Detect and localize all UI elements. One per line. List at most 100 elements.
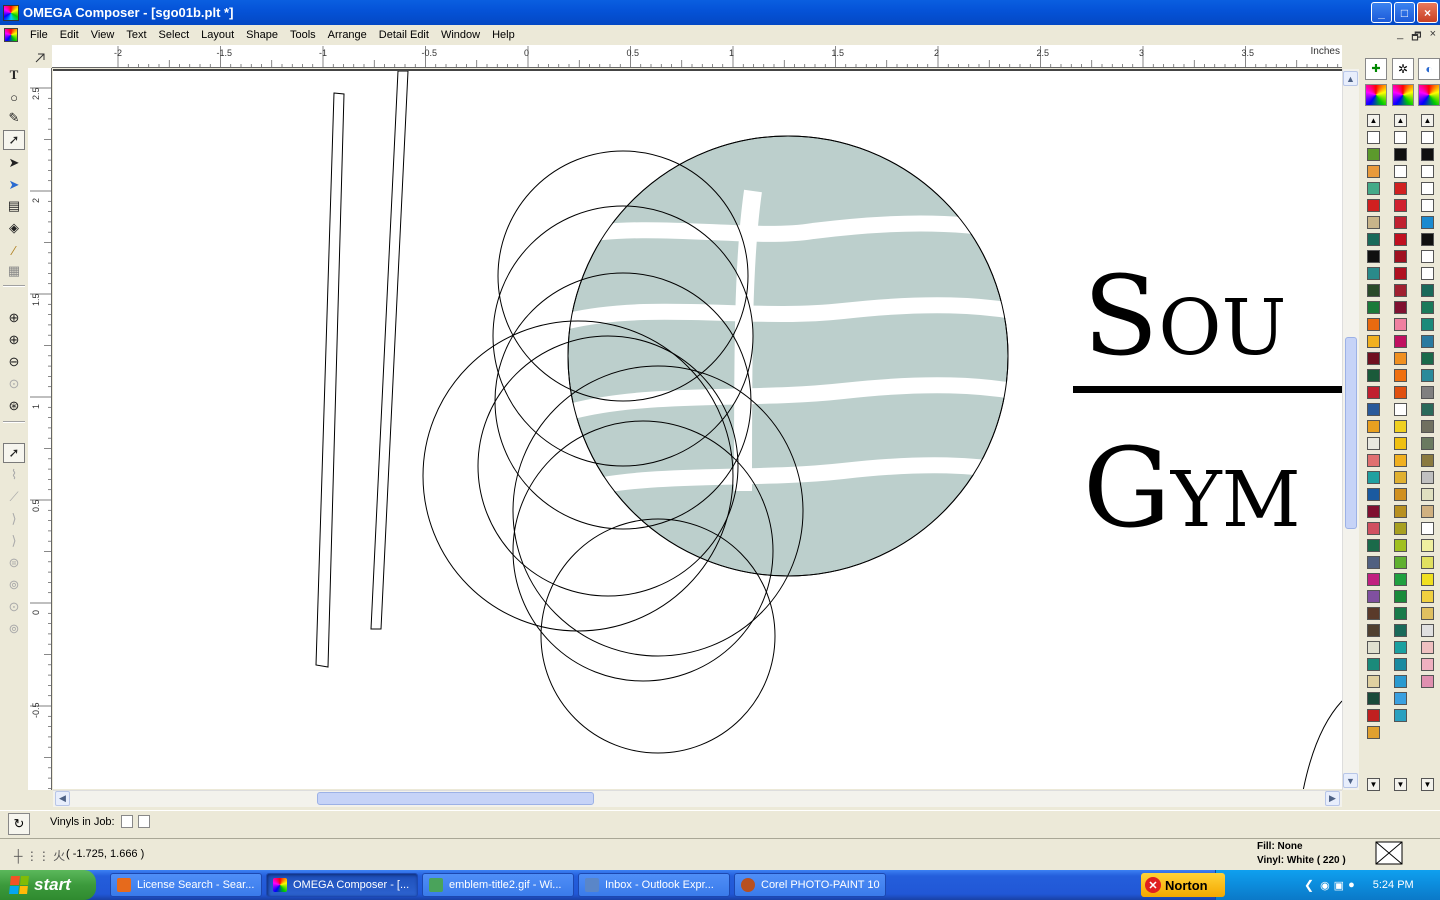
color-swatch[interactable] [1394,233,1407,246]
menu-shape[interactable]: Shape [240,25,284,45]
color-swatch[interactable] [1421,131,1434,144]
color-swatch[interactable] [1394,352,1407,365]
scroll-right-button[interactable]: ▶ [1325,791,1340,806]
color-swatch[interactable] [1394,216,1407,229]
palette-set-1-icon[interactable] [1365,84,1387,106]
clock[interactable]: 5:24 PM [1373,879,1414,891]
color-swatch[interactable] [1367,131,1380,144]
palette-set-2-icon[interactable] [1392,84,1414,106]
color-swatch[interactable] [1421,267,1434,280]
color-swatch[interactable] [1394,709,1407,722]
detail-tool-3-icon[interactable]: ⟩ [3,509,25,529]
menu-view[interactable]: View [85,25,121,45]
color-swatch[interactable] [1421,284,1434,297]
color-swatch[interactable] [1367,590,1380,603]
color-swatch[interactable] [1394,369,1407,382]
color-swatch[interactable] [1421,199,1434,212]
color-swatch[interactable] [1367,658,1380,671]
zoom-tool-icon[interactable]: ⊕ [3,308,25,328]
refresh-vinyls-icon[interactable]: ↻ [8,813,30,835]
color-swatch[interactable] [1367,301,1380,314]
color-swatch[interactable] [1421,505,1434,518]
color-swatch[interactable] [1367,199,1380,212]
palette-tool-icon[interactable]: ✚ [1365,58,1387,80]
color-swatch[interactable] [1367,267,1380,280]
color-swatch[interactable] [1367,148,1380,161]
maximize-button[interactable]: □ [1394,2,1415,23]
color-swatch[interactable] [1394,420,1407,433]
menu-select[interactable]: Select [153,25,196,45]
detail-tool-4-icon[interactable]: ⟩ [3,531,25,551]
zoom-out-tool-icon[interactable]: ⊖ [3,352,25,372]
node-edit-tool-icon[interactable]: ➚ [3,130,25,150]
norton-button[interactable]: ✕ Norton [1141,873,1225,897]
palette-scroll-up-button[interactable]: ▲ [1394,114,1407,127]
color-swatch[interactable] [1394,165,1407,178]
color-swatch[interactable] [1421,454,1434,467]
color-swatch[interactable] [1421,250,1434,263]
color-swatch[interactable] [1421,318,1434,331]
color-swatch[interactable] [1421,216,1434,229]
menu-detail-edit[interactable]: Detail Edit [373,25,435,45]
menu-file[interactable]: File [24,25,54,45]
color-swatch[interactable] [1421,386,1434,399]
color-swatch[interactable] [1394,522,1407,535]
fill-tool-icon[interactable]: ◈ [3,218,25,238]
color-swatch[interactable] [1367,250,1380,263]
volume-icon[interactable]: ● [1348,879,1355,891]
menu-layout[interactable]: Layout [195,25,240,45]
color-swatch[interactable] [1421,437,1434,450]
vinyl-swatch-1[interactable] [121,815,133,828]
close-button[interactable]: × [1417,2,1438,23]
document-icon[interactable] [4,28,18,42]
color-swatch[interactable] [1367,454,1380,467]
doc-restore-button[interactable]: 🗗 [1411,28,1421,47]
color-swatch[interactable] [1394,403,1407,416]
menu-text[interactable]: Text [120,25,152,45]
color-swatch[interactable] [1367,488,1380,501]
color-swatch[interactable] [1367,709,1380,722]
eyedropper-tool-icon[interactable]: ⁄ [3,240,25,260]
measure-tool-icon[interactable]: ▤ [3,196,25,216]
scroll-up-button[interactable]: ▲ [1343,71,1358,86]
color-swatch[interactable] [1367,352,1380,365]
horizontal-ruler[interactable]: -2 -1.5 -1 -0.5 0 0.5 1 1.5 2 2.5 3 3.5 Inches [52,45,1342,68]
color-swatch[interactable] [1394,488,1407,501]
detail-tool-6-icon[interactable]: ⊚ [3,575,25,595]
security-icon[interactable]: ▣ [1334,879,1344,892]
scroll-down-button[interactable]: ▼ [1343,773,1358,788]
color-swatch[interactable] [1394,505,1407,518]
horizontal-scroll-thumb[interactable] [317,792,594,805]
palette-scroll-up-button[interactable]: ▲ [1367,114,1380,127]
color-swatch[interactable] [1421,301,1434,314]
vinyl-swatch-2[interactable] [138,815,150,828]
color-swatch[interactable] [1394,539,1407,552]
color-swatch[interactable] [1421,420,1434,433]
palette-column-3[interactable]: ▲ ▼ [1421,114,1435,794]
color-swatch[interactable] [1421,369,1434,382]
color-swatch[interactable] [1394,250,1407,263]
menu-help[interactable]: Help [486,25,521,45]
color-swatch[interactable] [1394,658,1407,671]
direct-select-tool-icon[interactable]: ➤ [3,175,25,195]
omega-app-icon[interactable] [3,4,19,21]
doc-close-button[interactable]: × [1430,28,1436,47]
horizontal-scrollbar[interactable]: ◀ ▶ [53,790,1342,807]
color-swatch[interactable] [1394,437,1407,450]
color-swatch[interactable] [1367,556,1380,569]
color-swatch[interactable] [1421,539,1434,552]
title-text-line-1[interactable]: Sou [1083,252,1286,380]
color-swatch[interactable] [1421,165,1434,178]
detail-tool-2-icon[interactable]: ⟋ [3,487,25,507]
color-swatch[interactable] [1394,556,1407,569]
color-swatch[interactable] [1421,403,1434,416]
menu-arrange[interactable]: Arrange [322,25,373,45]
color-swatch[interactable] [1367,573,1380,586]
detail-tool-5-icon[interactable]: ⊜ [3,553,25,573]
color-swatch[interactable] [1367,692,1380,705]
color-swatch[interactable] [1367,335,1380,348]
color-swatch[interactable] [1421,488,1434,501]
palette-color-icon[interactable]: ◐ [1418,58,1440,80]
color-swatch[interactable] [1394,301,1407,314]
color-swatch[interactable] [1421,522,1434,535]
